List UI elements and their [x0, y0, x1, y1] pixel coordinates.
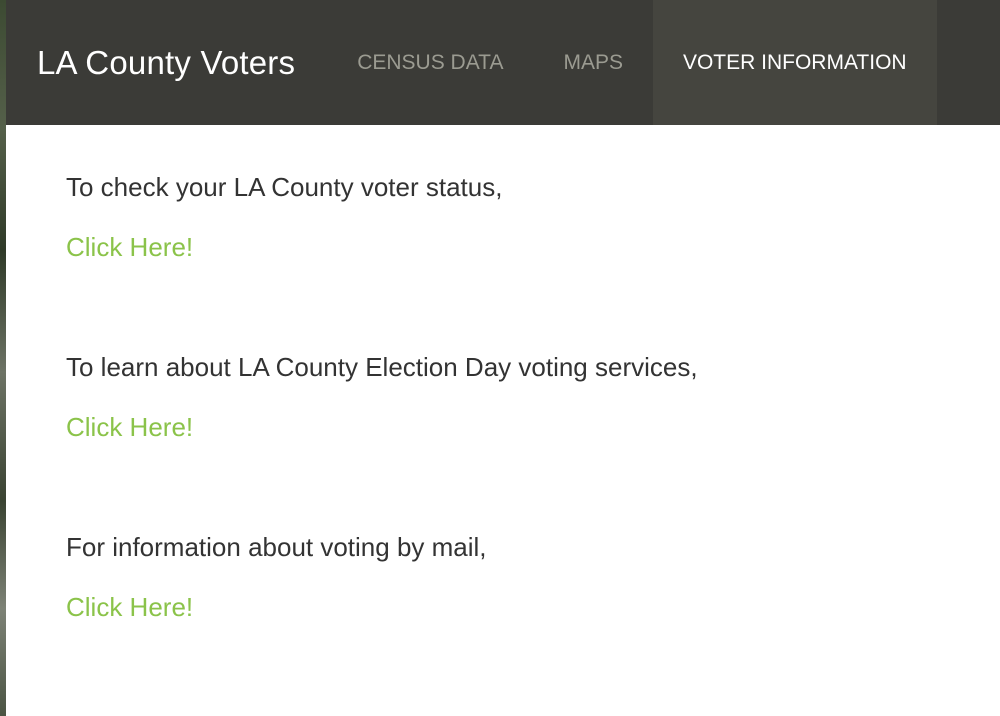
election-day-link[interactable]: Click Here!	[66, 405, 193, 449]
voter-status-prompt: To check your LA County voter status,	[66, 172, 503, 202]
page: LA County Voters CENSUS DATA MAPS VOTER …	[0, 0, 1000, 716]
nav-item-voter-information[interactable]: VOTER INFORMATION	[652, 0, 937, 125]
vote-by-mail-link[interactable]: Click Here!	[66, 585, 193, 629]
election-day-section: To learn about LA County Election Day vo…	[66, 345, 966, 525]
election-day-prompt: To learn about LA County Election Day vo…	[66, 352, 698, 382]
voter-status-section: To check your LA County voter status, Cl…	[66, 165, 966, 345]
nav-item-census-data[interactable]: CENSUS DATA	[327, 0, 533, 125]
nav-item-maps[interactable]: MAPS	[533, 0, 653, 125]
vote-by-mail-prompt: For information about voting by mail,	[66, 532, 487, 562]
top-navbar: LA County Voters CENSUS DATA MAPS VOTER …	[6, 0, 1000, 125]
voter-status-link[interactable]: Click Here!	[66, 225, 193, 269]
nav-menu: CENSUS DATA MAPS VOTER INFORMATION	[327, 0, 937, 125]
vote-by-mail-section: For information about voting by mail, Cl…	[66, 525, 966, 705]
main-content: To check your LA County voter status, Cl…	[66, 165, 966, 705]
site-brand[interactable]: LA County Voters	[37, 44, 295, 82]
